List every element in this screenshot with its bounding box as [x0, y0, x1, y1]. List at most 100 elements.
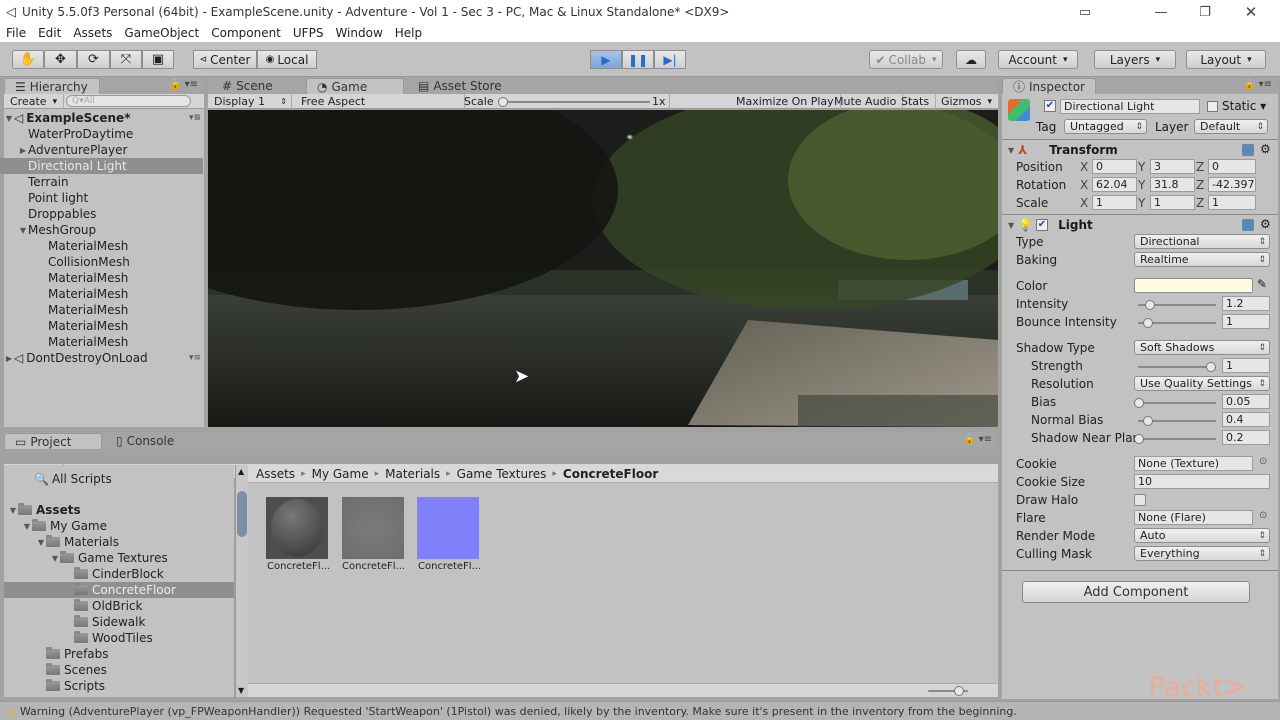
hierarchy-item[interactable]: MaterialMesh — [0, 286, 203, 302]
help-book-icon[interactable] — [1242, 144, 1254, 156]
tab-hierarchy[interactable]: ☰ Hierarchy — [4, 78, 100, 94]
rotation-z-input[interactable]: -42.397 — [1208, 177, 1256, 192]
breadcrumb-item[interactable]: Game Textures — [457, 467, 547, 481]
object-picker-icon[interactable]: ⊙ — [1259, 510, 1267, 521]
hierarchy-item[interactable]: MaterialMesh — [0, 238, 203, 254]
eyedropper-icon[interactable]: ✎ — [1257, 277, 1267, 291]
object-name-input[interactable]: Directional Light — [1060, 99, 1200, 114]
cookie-field[interactable]: None (Texture) — [1134, 456, 1253, 471]
scene-menu-icon[interactable]: ▾≡ — [189, 113, 201, 123]
culling-mask-dropdown[interactable]: Everything — [1134, 546, 1270, 561]
tab-scene[interactable]: # Scene — [212, 78, 306, 94]
maximize-on-play-toggle[interactable]: Maximize On Play — [730, 94, 841, 109]
thumbnail-size-slider[interactable] — [928, 686, 968, 696]
tag-dropdown[interactable]: Untagged — [1064, 119, 1147, 134]
flare-field[interactable]: None (Flare) — [1134, 510, 1253, 525]
maximize-button[interactable]: ❐ — [1190, 2, 1220, 22]
hand-tool-button[interactable]: ✋ — [12, 50, 44, 69]
tab-inspector[interactable]: ⓘ Inspector — [1002, 78, 1096, 94]
project-folder-item[interactable]: CinderBlock — [64, 566, 164, 582]
scale-slider[interactable] — [498, 97, 650, 107]
layer-dropdown[interactable]: Default — [1194, 119, 1268, 134]
project-tree-scrollbar[interactable]: ▲ ▼ — [235, 465, 248, 697]
scale-z-input[interactable]: 1 — [1208, 195, 1256, 210]
gear-icon[interactable]: ⚙ — [1260, 217, 1271, 231]
project-folder-item[interactable]: ConcreteFloor — [4, 582, 234, 598]
scroll-up-arrow-icon[interactable]: ▲ — [238, 467, 244, 476]
panel-menu-icon[interactable]: 🔒 ▾≡ — [963, 434, 992, 445]
menu-window[interactable]: Window — [335, 26, 382, 40]
menu-file[interactable]: File — [6, 26, 26, 40]
thumbnail-size-knob[interactable] — [954, 686, 964, 696]
cast-icon[interactable]: ▭ — [1070, 2, 1100, 22]
asset-thumbnail-albedo[interactable] — [342, 497, 404, 559]
hierarchy-item[interactable]: MaterialMesh — [0, 270, 203, 286]
normal-bias-slider[interactable] — [1138, 416, 1216, 426]
hierarchy-item[interactable]: Point light — [0, 190, 203, 206]
aspect-dropdown[interactable]: Free Aspect — [295, 94, 465, 109]
scene-root-row[interactable]: ▼ ◁ ExampleScene* ▾≡ — [4, 110, 207, 126]
position-y-input[interactable]: 3 — [1150, 159, 1195, 174]
bias-input[interactable]: 0.05 — [1222, 394, 1270, 409]
project-folder-item[interactable]: ▼ Materials — [36, 534, 119, 550]
hierarchy-item[interactable]: Directional Light — [0, 158, 203, 174]
layout-dropdown[interactable]: Layout — [1186, 50, 1266, 69]
hierarchy-create-button[interactable]: Create — [4, 94, 65, 109]
scale-slider-knob[interactable] — [498, 97, 508, 107]
baking-dropdown[interactable]: Realtime — [1134, 252, 1270, 267]
project-folder-item[interactable]: ▼ Assets — [8, 502, 81, 518]
collab-dropdown[interactable]: ✔ Collab — [869, 50, 943, 69]
project-folder-item[interactable]: WoodTiles — [64, 630, 153, 646]
menu-ufps[interactable]: UFPS — [293, 26, 324, 40]
help-book-icon[interactable] — [1242, 219, 1254, 231]
expand-arrow-icon[interactable]: ▼ — [22, 522, 32, 531]
static-dropdown[interactable]: Static ▾ — [1222, 99, 1266, 113]
breadcrumb-item[interactable]: Materials — [385, 467, 440, 481]
intensity-input[interactable]: 1.2 — [1222, 296, 1270, 311]
scrollbar-thumb[interactable] — [237, 491, 247, 537]
pivot-local-button[interactable]: ◉ Local — [257, 50, 317, 69]
project-folder-item[interactable]: ▼ My Game — [22, 518, 107, 534]
strength-input[interactable]: 1 — [1222, 358, 1270, 373]
project-folder-item[interactable]: Sidewalk — [64, 614, 145, 630]
status-bar[interactable]: ⚠ Warning (AdventurePlayer (vp_FPWeaponH… — [0, 701, 1280, 720]
slider-knob[interactable] — [1144, 300, 1155, 310]
cookie-size-input[interactable]: 10 — [1134, 474, 1270, 489]
tab-project[interactable]: ▭ Project — [4, 433, 102, 449]
light-enabled-checkbox[interactable]: ✔ — [1036, 219, 1048, 231]
minimize-button[interactable]: — — [1146, 2, 1176, 22]
project-folder-item[interactable]: Scripts — [36, 678, 105, 694]
rotation-x-input[interactable]: 62.04 — [1092, 177, 1137, 192]
expand-arrow-icon[interactable]: ▼ — [4, 114, 14, 123]
menu-help[interactable]: Help — [395, 26, 422, 40]
rotate-tool-button[interactable]: ⟳ — [77, 50, 110, 69]
near-plane-input[interactable]: 0.2 — [1222, 430, 1270, 445]
hierarchy-item[interactable]: WaterProDaytime — [0, 126, 203, 142]
game-viewport[interactable]: ➤ — [208, 110, 998, 427]
step-button[interactable]: ▶| — [654, 50, 686, 69]
scene-menu-icon[interactable]: ▾≡ — [189, 353, 201, 363]
active-checkbox[interactable]: ✔ — [1044, 100, 1056, 112]
project-folder-item[interactable]: OldBrick — [64, 598, 142, 614]
strength-slider[interactable] — [1138, 362, 1216, 372]
scale-x-input[interactable]: 1 — [1092, 195, 1137, 210]
stats-toggle[interactable]: Stats — [895, 94, 937, 109]
bounce-input[interactable]: 1 — [1222, 314, 1270, 329]
rect-tool-button[interactable]: ▣ — [142, 50, 174, 69]
panel-menu-icon[interactable]: 🔒 ▾≡ — [1243, 79, 1272, 90]
foldout-arrow-icon[interactable]: ▼ — [1008, 146, 1014, 155]
breadcrumb-item[interactable]: ConcreteFloor — [563, 467, 658, 481]
hierarchy-item[interactable]: Terrain — [0, 174, 203, 190]
hierarchy-item[interactable]: CollisionMesh — [0, 254, 203, 270]
slider-knob[interactable] — [1134, 398, 1144, 408]
hierarchy-item[interactable]: ▼ MeshGroup — [0, 222, 203, 238]
menu-edit[interactable]: Edit — [38, 26, 61, 40]
breadcrumb-item[interactable]: Assets — [256, 467, 295, 481]
tab-game[interactable]: ◔ Game — [306, 78, 404, 94]
rotation-y-input[interactable]: 31.8 — [1150, 177, 1195, 192]
tab-asset-store[interactable]: ▤ Asset Store — [408, 78, 518, 94]
scroll-down-arrow-icon[interactable]: ▼ — [238, 686, 244, 695]
static-checkbox[interactable] — [1207, 101, 1218, 112]
scale-y-input[interactable]: 1 — [1150, 195, 1195, 210]
position-x-input[interactable]: 0 — [1092, 159, 1137, 174]
